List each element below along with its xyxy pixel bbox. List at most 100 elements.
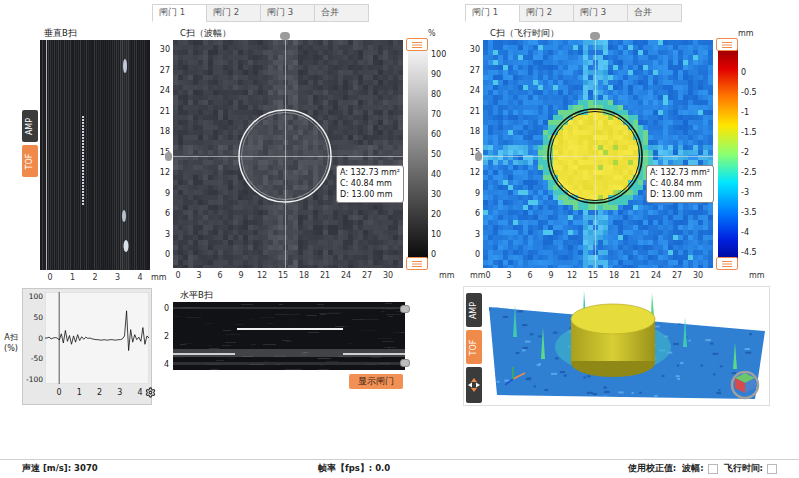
handle-lines-icon [411, 41, 423, 49]
vertical-bscan-title: 垂直B扫 [40, 26, 152, 40]
axis-tick: 4 [164, 360, 169, 370]
colorbar [718, 40, 738, 268]
axis-tick: 0 [54, 388, 64, 397]
gate-tab[interactable]: 闸门 3 [260, 4, 315, 22]
view-mode-button[interactable]: TOF [466, 330, 482, 364]
view-cube-icon[interactable] [732, 372, 758, 398]
status-bar: 声速 [m/s]: 3070帧率【fps】: 0.0使用校正值:波幅:飞行时间: [0, 459, 799, 478]
axis-tick: 2 [164, 332, 169, 342]
ascan-plot[interactable] [45, 292, 149, 384]
gate-tab[interactable]: 闸门 3 [573, 4, 628, 22]
colorbar-tick: -2.5 [741, 168, 760, 178]
horizontal-bscan: 水平B扫 0 2 4 显示闸门 [155, 288, 405, 405]
view-mode-button[interactable]: TOF [22, 145, 38, 177]
axis-tick: 27 [160, 66, 170, 76]
colorbar-ticks: 0-0.5-1-1.5-2-2.5-3-3.5-4-4.5 [738, 40, 760, 268]
axis-tick: 18 [470, 127, 480, 137]
calibration-option[interactable]: 波幅: [682, 463, 717, 475]
colorbar-handle[interactable] [716, 38, 738, 51]
gate-tab[interactable]: 闸门 1 [152, 4, 207, 22]
x-axis: 01234mm [40, 270, 152, 284]
axis-tick: 21 [470, 107, 480, 117]
navigate-button[interactable] [466, 367, 482, 403]
gate-tab[interactable]: 合并 [627, 4, 682, 22]
x-axis: 01234 [25, 384, 149, 400]
frame-rate: 帧率【fps】: 0.0 [318, 463, 390, 475]
crosshair-x-handle[interactable] [280, 32, 290, 40]
ascan-unit: (%) [4, 343, 18, 354]
y-axis: 0 2 4 [155, 302, 173, 370]
gate-handle[interactable] [400, 359, 410, 367]
axis-unit: mm [439, 271, 455, 280]
horizontal-bscan-title: 水平B扫 [155, 288, 405, 302]
view-mode-button[interactable]: AMP [466, 293, 482, 327]
cscan-title: C扫（波幅） [155, 26, 428, 40]
colorbar-tick: 0 [741, 68, 760, 78]
axis-tick: 18 [160, 127, 170, 137]
gate-handle[interactable] [400, 305, 410, 313]
axis-tick: 9 [236, 271, 246, 280]
axis-tick: 0 [38, 334, 43, 343]
axis-tick: 3 [165, 230, 170, 240]
axis-tick: 6 [165, 209, 170, 219]
axis-tick: 3 [115, 388, 125, 397]
colorbar-tick: 30 [431, 190, 450, 200]
colorbar-tick: 10 [431, 230, 450, 240]
crosshair-y-handle[interactable] [165, 152, 172, 161]
show-gate-button[interactable]: 显示闸门 [349, 374, 403, 389]
crosshair-y-handle[interactable] [475, 152, 482, 161]
gear-icon[interactable] [145, 387, 156, 398]
cscan-image[interactable]: A: 132.73 mm²C: 40.84 mmD: 13.00 mm [173, 40, 403, 268]
measurement-box: A: 132.73 mm²C: 40.84 mmD: 13.00 mm [336, 165, 404, 203]
cscan-title: C扫（飞行时间） [465, 26, 738, 40]
colorbar-tick: 90 [431, 70, 450, 80]
axis-tick: 1 [74, 388, 84, 397]
handle-lines-icon [721, 260, 733, 268]
axis-tick: 12 [160, 168, 170, 178]
gate-tab[interactable]: 闸门 1 [465, 4, 520, 22]
axis-tick: 12 [470, 168, 480, 178]
cscan-view: C扫（飞行时间）mm302724211815129630A: 132.73 mm… [465, 26, 765, 282]
axis-tick: 12 [567, 271, 577, 280]
colorbar-tick: -4.5 [741, 248, 760, 258]
axis-tick: 4 [135, 388, 145, 397]
axis-tick: -100 [26, 375, 43, 384]
colorbar-tick: 100 [431, 50, 450, 60]
axis-tick: 27 [362, 271, 372, 280]
gate-tab[interactable]: 闸门 2 [206, 4, 261, 22]
3d-view: AMP TOF [463, 286, 770, 406]
gate-tab[interactable]: 合并 [314, 4, 369, 22]
horizontal-bscan-image[interactable] [173, 302, 405, 370]
cscan-image[interactable]: A: 132.73 mm²C: 40.84 mmD: 13.00 mm [483, 40, 713, 268]
right-panel: 闸门 1闸门 2闸门 3合并C扫（飞行时间）mm3027242118151296… [455, 0, 799, 459]
axis-unit: mm [465, 271, 483, 280]
axis-tick: 24 [341, 271, 351, 280]
axis-tick: 3 [475, 230, 480, 240]
measurement-box: A: 132.73 mm²C: 40.84 mmD: 13.00 mm [646, 165, 714, 203]
colorbar-ticks: 1009080706050403020100 [428, 40, 450, 268]
checkbox[interactable] [708, 464, 718, 474]
gate-tab[interactable]: 闸门 2 [519, 4, 574, 22]
colorbar-unit: mm [738, 29, 765, 38]
colorbar-handle[interactable] [406, 257, 428, 270]
checkbox-label: 飞行时间: [724, 463, 763, 475]
crosshair-x-handle[interactable] [590, 32, 600, 40]
colorbar-handle[interactable] [406, 38, 428, 51]
view-mode-button[interactable]: AMP [22, 110, 38, 142]
cscan-view: C扫（波幅）%302724211815129630A: 132.73 mm²C:… [155, 26, 455, 284]
vertical-bscan-image[interactable] [40, 40, 150, 270]
axis-tick: 21 [630, 271, 640, 280]
axis-tick: 3 [504, 271, 514, 280]
axis-tick: 9 [165, 189, 170, 199]
axis-tick: 9 [546, 271, 556, 280]
calibration-option[interactable]: 飞行时间: [724, 463, 777, 475]
colorbar-handle[interactable] [716, 257, 738, 270]
3d-surface[interactable] [483, 287, 769, 403]
axis-tick: 24 [160, 86, 170, 96]
measurement-line: C: 40.84 mm [340, 179, 400, 189]
colorbar-tick: 0 [431, 250, 450, 260]
axis-tick: 24 [651, 271, 661, 280]
checkbox[interactable] [767, 464, 777, 474]
axis-unit: mm [151, 273, 167, 282]
axis-tick: 0 [164, 304, 169, 314]
